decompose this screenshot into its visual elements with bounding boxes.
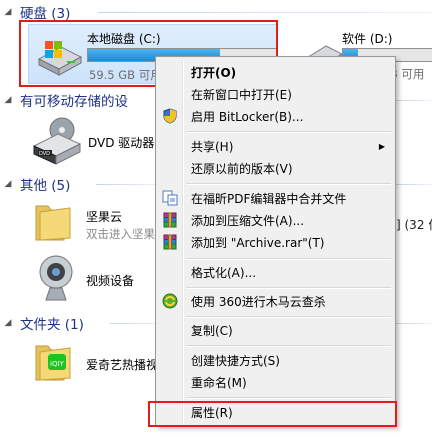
- jianguoyun-tile[interactable]: 坚果云 双击进入坚果: [30, 196, 156, 248]
- group-divider: [98, 12, 432, 13]
- chevron-down-icon[interactable]: ◢: [0, 318, 16, 328]
- menu-item-label: 复制(C): [191, 323, 233, 338]
- menu-item-open[interactable]: 打开(O): [158, 62, 393, 82]
- svg-text:DVD: DVD: [39, 151, 50, 157]
- menu-item-label: 使用 360进行木马云查杀: [191, 294, 326, 309]
- menu-item-label: 启用 BitLocker(B)...: [191, 109, 304, 124]
- group-title: 硬盘 (3): [20, 6, 71, 22]
- group-divider-right: [396, 91, 432, 109]
- winrar-icon: [163, 234, 177, 250]
- menu-item-restore-previous[interactable]: 还原以前的版本(V): [158, 158, 393, 178]
- jianguoyun-desc: 双击进入坚果: [86, 227, 155, 241]
- uac-shield-icon: [163, 108, 177, 124]
- chevron-down-icon[interactable]: ◢: [0, 179, 16, 189]
- menu-item-add-archive[interactable]: 添加到压缩文件(A)...: [158, 210, 393, 230]
- winrar-icon: [163, 212, 177, 228]
- context-menu: 打开(O) 在新窗口中打开(E) 启用 BitLocker(B)... 共享(H…: [155, 56, 396, 426]
- menu-item-label: 添加到 "Archive.rar"(T): [191, 235, 325, 250]
- iqiyi-folder-label: 爱奇艺热播视: [86, 358, 159, 372]
- pdf-merge-icon: [162, 190, 178, 206]
- menu-item-bitlocker[interactable]: 启用 BitLocker(B)...: [158, 106, 393, 126]
- menu-item-label: 打开(O): [191, 65, 237, 80]
- menu-item-label: 还原以前的版本(V): [191, 161, 293, 176]
- group-title: 有可移动存储的设: [20, 94, 128, 110]
- group-header-removable[interactable]: ◢ 有可移动存储的设: [0, 91, 160, 110]
- webcam-icon: [39, 255, 73, 301]
- menu-item-share[interactable]: 共享(H) ▶: [158, 136, 393, 156]
- menu-item-label: 在福昕PDF编辑器中合并文件: [191, 191, 347, 206]
- 360-scan-icon: [162, 293, 178, 309]
- menu-item-label: 共享(H): [191, 139, 234, 154]
- group-divider-right: [396, 175, 432, 193]
- group-header-folders[interactable]: ◢ 文件夹 (1): [0, 314, 160, 333]
- group-header-hard-disks[interactable]: ◢ 硬盘 (3): [0, 3, 432, 22]
- partial-item-note: ] (32 位: [396, 218, 432, 232]
- folder-icon: [35, 205, 71, 241]
- video-device-tile[interactable]: 视频设备: [30, 252, 156, 308]
- iqiyi-folder-icon: iQIY: [35, 345, 71, 381]
- menu-item-copy[interactable]: 复制(C): [158, 320, 393, 340]
- video-device-label: 视频设备: [86, 274, 135, 288]
- dvd-drive-icon: DVD: [32, 117, 82, 165]
- submenu-arrow-icon: ▶: [378, 141, 385, 151]
- highlight-box-properties: [148, 401, 397, 427]
- jianguoyun-label: 坚果云: [86, 210, 123, 224]
- drive-d-label: 软件 (D:): [342, 32, 393, 46]
- menu-item-label: 创建快捷方式(S): [191, 353, 280, 368]
- menu-item-label: 在新窗口中打开(E): [191, 87, 292, 102]
- menu-item-label: 格式化(A)...: [191, 265, 257, 280]
- menu-item-rename[interactable]: 重命名(M): [158, 372, 393, 392]
- menu-item-add-archive-rar[interactable]: 添加到 "Archive.rar"(T): [158, 232, 393, 252]
- menu-item-label: 重命名(M): [191, 375, 247, 390]
- group-divider-right: [396, 314, 432, 332]
- menu-item-format[interactable]: 格式化(A)...: [158, 262, 393, 282]
- menu-item-label: 添加到压缩文件(A)...: [191, 213, 305, 228]
- chevron-down-icon[interactable]: ◢: [0, 95, 16, 105]
- group-title: 其他 (5): [20, 178, 71, 194]
- group-header-other[interactable]: ◢ 其他 (5): [0, 175, 160, 194]
- menu-item-scan-360[interactable]: 使用 360进行木马云查杀: [158, 291, 393, 311]
- menu-item-create-shortcut[interactable]: 创建快捷方式(S): [158, 350, 393, 370]
- menu-item-pdf-merge[interactable]: 在福昕PDF编辑器中合并文件: [158, 188, 393, 208]
- group-title: 文件夹 (1): [20, 317, 84, 333]
- menu-item-open-new-window[interactable]: 在新窗口中打开(E): [158, 84, 393, 104]
- dvd-drive-label: DVD 驱动器: [88, 136, 155, 150]
- svg-text:iQIY: iQIY: [50, 360, 65, 368]
- dvd-drive-tile[interactable]: DVD DVD 驱动器: [30, 114, 156, 170]
- chevron-down-icon[interactable]: ◢: [0, 7, 16, 17]
- iqiyi-folder-tile[interactable]: iQIY 爱奇艺热播视: [30, 336, 159, 388]
